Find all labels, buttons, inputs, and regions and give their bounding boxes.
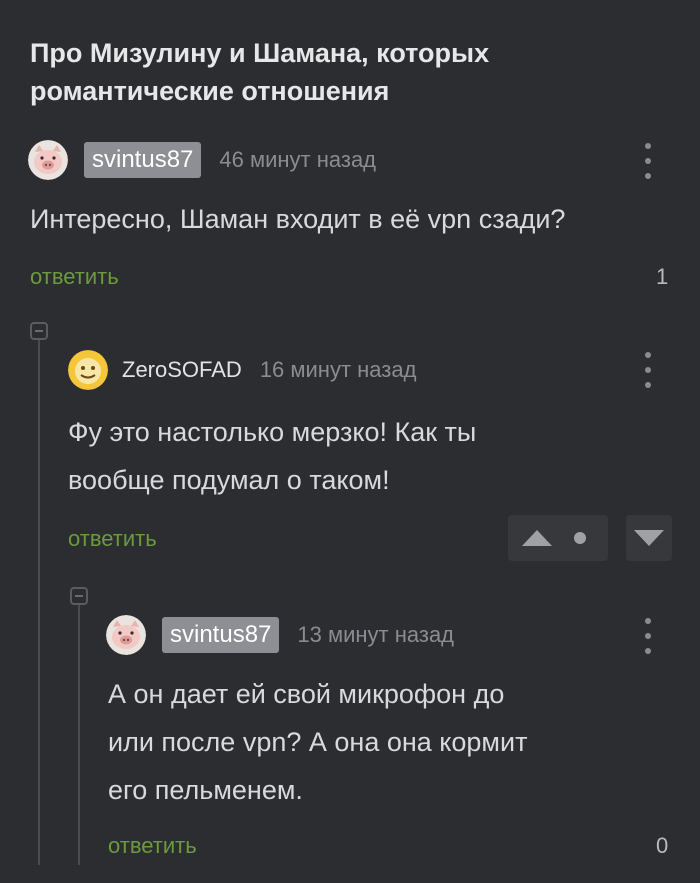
thread-line [78,605,80,865]
reply-link[interactable]: ответить [68,526,157,552]
comment-header: ZeroSOFAD 16 минут назад [68,348,416,392]
post-title[interactable]: Про Мизулину и Шамана, которых романтиче… [30,34,650,110]
comment-header: svintus87 13 минут назад [106,613,454,657]
collapse-thread-button[interactable] [30,322,48,340]
upvote-icon[interactable] [522,530,552,546]
comment-text-line: вообще подумал о таком! [68,465,390,495]
pig-avatar-icon[interactable] [106,615,146,655]
comment-time: 46 минут назад [219,147,377,172]
pig-avatar-icon[interactable] [28,140,68,180]
vote-up-box[interactable] [508,515,608,561]
comment-time: 16 минут назад [259,357,417,382]
thread-line [38,340,40,865]
comment-text-line: Фу это настолько мерзко! Как ты [68,417,477,447]
comment-time: 13 минут назад [297,622,455,647]
comment-rating: 0 [656,833,669,858]
collapse-thread-button[interactable] [70,587,88,605]
more-options-icon[interactable] [636,143,660,179]
comment-rating: 1 [656,264,669,289]
more-options-icon[interactable] [636,352,660,388]
reply-link[interactable]: ответить [108,833,197,859]
reply-link[interactable]: ответить [30,264,119,290]
comment-text-line: его пельменем. [108,775,303,805]
rating-dot-icon [574,532,586,544]
comment-text-line: или после vpn? А она она кормит [108,727,528,757]
author-name[interactable]: ZeroSOFAD [122,357,242,383]
comment-text-line: А он дает ей свой микрофон до [108,679,505,709]
vote-down-box[interactable] [626,515,672,561]
author-name[interactable]: svintus87 [84,142,202,178]
downvote-icon[interactable] [634,530,664,546]
comment-text: Интересно, Шаман входит в её vpn сзади? [30,204,566,234]
comment-header: svintus87 46 минут назад [28,138,376,182]
more-options-icon[interactable] [636,618,660,654]
emoji-avatar-icon[interactable] [68,350,108,390]
author-name[interactable]: svintus87 [162,617,280,653]
